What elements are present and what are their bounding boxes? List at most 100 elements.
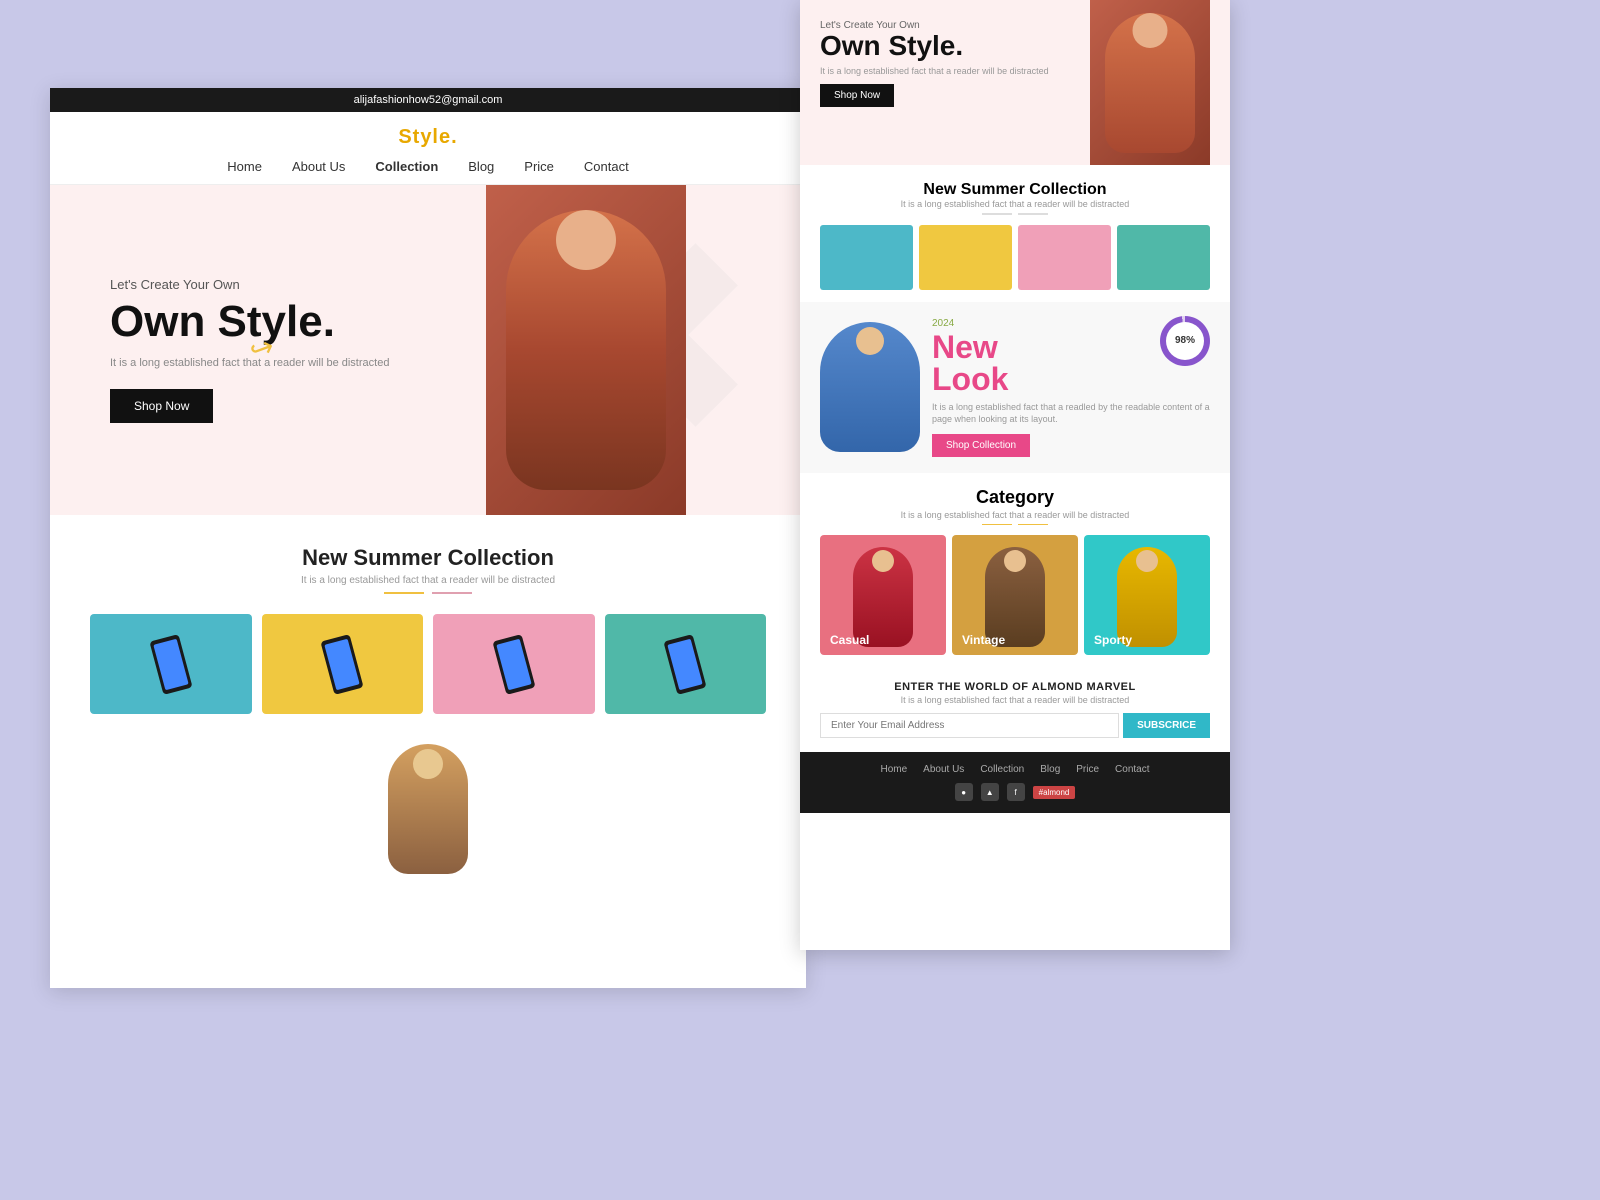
sec-hero-figure: [1090, 0, 1210, 165]
sec-divider: [820, 213, 1210, 215]
divider-right: [432, 592, 472, 594]
card-inner-2: [262, 614, 424, 714]
nav-collection[interactable]: Collection: [375, 159, 438, 174]
collection-title: New Summer Collection: [90, 545, 766, 571]
nav-blog[interactable]: Blog: [468, 159, 494, 174]
social-tag[interactable]: #almond: [1033, 786, 1076, 799]
footer-nav-price[interactable]: Price: [1076, 764, 1099, 775]
sec-collection-section: New Summer Collection It is a long estab…: [800, 165, 1230, 302]
footer-social: ● ▲ f #almond: [820, 783, 1210, 801]
card-inner-4: [605, 614, 767, 714]
phone-mockup-1: [149, 634, 192, 695]
progress-indicator: 98%: [1160, 316, 1210, 366]
sec-new-look-desc: It is a long established fact that a rea…: [932, 401, 1210, 426]
shop-now-button[interactable]: Shop Now: [110, 389, 213, 423]
sec-shop-collection-button[interactable]: Shop Collection: [932, 434, 1030, 457]
sec-hero-title: Own Style.: [820, 31, 1049, 62]
sec-divider-right: [1018, 213, 1048, 215]
phone-mockup-4: [664, 634, 707, 695]
cat-divider-right: [1018, 524, 1048, 526]
divider-left: [384, 592, 424, 594]
casual-shape: [853, 547, 913, 647]
sec-new-look-section: 2024 New Look It is a long established f…: [800, 302, 1230, 473]
nav-home[interactable]: Home: [227, 159, 262, 174]
category-card-vintage[interactable]: Vintage: [952, 535, 1078, 655]
sec-card-1[interactable]: [820, 225, 913, 290]
sporty-label: Sporty: [1094, 633, 1132, 647]
category-card-sporty[interactable]: Sporty: [1084, 535, 1210, 655]
bottom-section: [50, 734, 806, 874]
footer-nav-blog[interactable]: Blog: [1040, 764, 1060, 775]
footer-nav: Home About Us Collection Blog Price Cont…: [820, 764, 1210, 775]
sec-new-look-title-black: New: [932, 329, 998, 365]
vintage-shape: [985, 547, 1045, 647]
main-header: Style. Home About Us Collection Blog Pri…: [50, 112, 806, 185]
sec-card-4[interactable]: [1117, 225, 1210, 290]
collection-card-1[interactable]: [90, 614, 252, 714]
sporty-shape: [1117, 547, 1177, 647]
sec-new-look-title-pink: Look: [932, 361, 1008, 397]
sec-hero-subtitle: It is a long established fact that a rea…: [820, 66, 1049, 76]
sec-cat-divider: [820, 524, 1210, 526]
sec-card-2[interactable]: [919, 225, 1012, 290]
nav-price[interactable]: Price: [524, 159, 554, 174]
footer-nav-home[interactable]: Home: [880, 764, 907, 775]
hero-tagline: Let's Create Your Own: [110, 277, 389, 292]
subscribe-section: ENTER THE WORLD OF ALMOND MARVEL It is a…: [800, 667, 1230, 752]
category-card-casual[interactable]: Casual: [820, 535, 946, 655]
secondary-browser-window: Let's Create Your Own Own Style. It is a…: [800, 0, 1230, 950]
hero-text: Let's Create Your Own ↪ Own Style. It is…: [50, 237, 449, 462]
sec-collection-title: New Summer Collection: [820, 181, 1210, 199]
collection-card-2[interactable]: [262, 614, 424, 714]
phone-mockup-3: [492, 634, 535, 695]
contact-email: alijafashionhow52@gmail.com: [354, 94, 503, 106]
main-nav: Home About Us Collection Blog Price Cont…: [90, 159, 766, 174]
logo: Style.: [90, 126, 766, 149]
email-input[interactable]: [820, 713, 1119, 738]
instagram-icon[interactable]: ●: [955, 783, 973, 801]
sec-divider-left: [982, 213, 1012, 215]
collection-section: New Summer Collection It is a long estab…: [50, 515, 806, 734]
sec-hero-section: Let's Create Your Own Own Style. It is a…: [800, 0, 1230, 165]
sec-footer: Home About Us Collection Blog Price Cont…: [800, 752, 1230, 813]
sec-new-look-figure: [820, 322, 920, 452]
collection-grid: [90, 614, 766, 714]
sec-collection-subtitle: It is a long established fact that a rea…: [820, 199, 1210, 209]
facebook-icon[interactable]: f: [1007, 783, 1025, 801]
sec-card-grid: [820, 225, 1210, 290]
hero-section: Let's Create Your Own ↪ Own Style. It is…: [50, 185, 806, 515]
vintage-label: Vintage: [962, 633, 1005, 647]
sec-category-title: Category: [820, 487, 1210, 508]
hero-subtitle: It is a long established fact that a rea…: [110, 357, 389, 369]
collection-card-3[interactable]: [433, 614, 595, 714]
footer-nav-collection[interactable]: Collection: [980, 764, 1024, 775]
progress-circle: 98%: [1160, 316, 1210, 366]
sec-card-3[interactable]: [1018, 225, 1111, 290]
sec-hero-content: Let's Create Your Own Own Style. It is a…: [820, 20, 1049, 107]
subscribe-subtitle: It is a long established fact that a rea…: [820, 695, 1210, 705]
phone-mockup-2: [321, 634, 364, 695]
twitter-icon[interactable]: ▲: [981, 783, 999, 801]
nav-contact[interactable]: Contact: [584, 159, 629, 174]
progress-value: 98%: [1166, 322, 1204, 360]
sec-figure-shape: [1105, 13, 1195, 153]
footer-nav-contact[interactable]: Contact: [1115, 764, 1149, 775]
main-browser-window: alijafashionhow52@gmail.com Style. Home …: [50, 88, 806, 988]
subscribe-button[interactable]: SUBSCRICE: [1123, 713, 1210, 738]
nav-about[interactable]: About Us: [292, 159, 345, 174]
collection-subtitle: It is a long established fact that a rea…: [90, 575, 766, 586]
footer-nav-about[interactable]: About Us: [923, 764, 964, 775]
cat-divider-left: [982, 524, 1012, 526]
sec-category-subtitle: It is a long established fact that a rea…: [820, 510, 1210, 520]
sec-category-section: Category It is a long established fact t…: [800, 473, 1230, 668]
top-bar: alijafashionhow52@gmail.com: [50, 88, 806, 112]
card-inner-3: [433, 614, 595, 714]
collection-card-4[interactable]: [605, 614, 767, 714]
section-divider: [90, 592, 766, 594]
card-inner-1: [90, 614, 252, 714]
casual-label: Casual: [830, 633, 869, 647]
subscribe-title: ENTER THE WORLD OF ALMOND MARVEL: [820, 681, 1210, 693]
hero-fashion-figure: [486, 185, 686, 515]
sec-shop-button[interactable]: Shop Now: [820, 84, 894, 107]
sec-cat-grid: Casual Vintage Sporty: [820, 535, 1210, 655]
